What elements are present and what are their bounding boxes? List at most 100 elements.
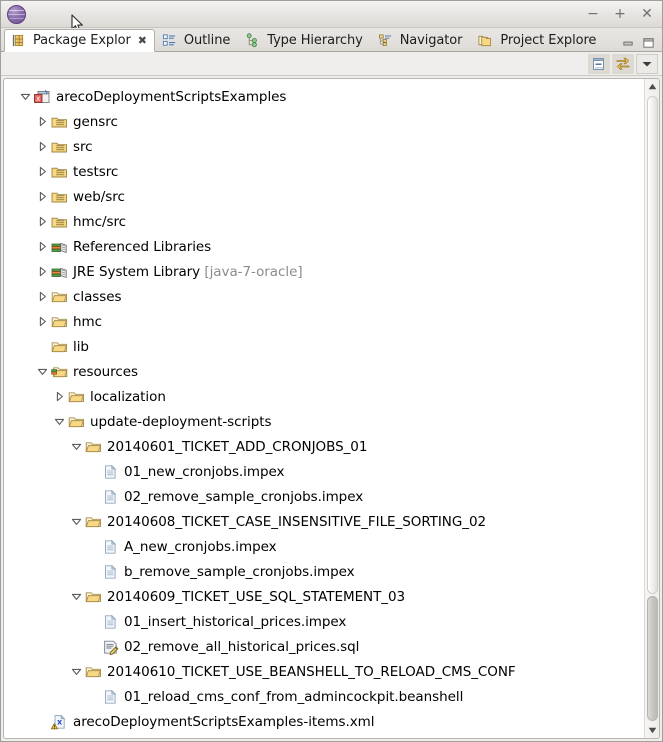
collapse-all-button[interactable] (588, 53, 610, 74)
scrollbar-thumb[interactable] (647, 96, 658, 594)
tree-row[interactable]: localization (4, 384, 644, 409)
tree-row-label: gensrc (73, 113, 118, 130)
expand-arrow-collapsed-icon[interactable] (35, 290, 49, 304)
tree-row[interactable]: 02_remove_sample_cronjobs.impex (4, 484, 644, 509)
tree-row[interactable]: testsrc (4, 159, 644, 184)
maximize-view-icon[interactable] (642, 37, 655, 49)
library-icon (51, 239, 68, 255)
folder-icon (85, 664, 102, 680)
tree-row-label: 02_remove_all_historical_prices.sql (124, 638, 360, 655)
scroll-down-arrow-icon[interactable] (645, 723, 659, 738)
tree-row-label: hmc/src (73, 213, 127, 230)
expand-arrow-collapsed-icon[interactable] (35, 115, 49, 129)
type-hierarchy-icon (247, 32, 258, 47)
expand-arrow-collapsed-icon[interactable] (35, 315, 49, 329)
tree-row-label: 20140610_TICKET_USE_BEANSHELL_TO_RELOAD_… (107, 663, 516, 680)
tab-package-explorer[interactable]: Package Explor ✖ (4, 29, 155, 52)
tree-row[interactable]: 20140609_TICKET_USE_SQL_STATEMENT_03 (4, 584, 644, 609)
tree-row[interactable]: b_remove_sample_cronjobs.impex (4, 559, 644, 584)
expand-arrow-collapsed-icon[interactable] (35, 140, 49, 154)
tree-row[interactable]: 20140608_TICKET_CASE_INSENSITIVE_FILE_SO… (4, 509, 644, 534)
scroll-up-arrow-icon[interactable] (645, 79, 659, 94)
tree-row[interactable]: 02_remove_all_historical_prices.sql (4, 634, 644, 659)
source-folder-icon (51, 139, 68, 155)
expand-arrow-collapsed-icon[interactable] (35, 190, 49, 204)
source-folder-icon (51, 189, 68, 205)
tree-row[interactable]: 20140601_TICKET_ADD_CRONJOBS_01 (4, 434, 644, 459)
tree-row[interactable]: JRE System Library [java-7-oracle] (4, 259, 644, 284)
tab-project-explorer[interactable]: Project Explore (470, 28, 604, 51)
tree-row[interactable]: x arecoDeploymentScriptsExamples (4, 84, 644, 109)
tree-row-label: hmc (73, 313, 102, 330)
minimize-button[interactable]: − (586, 7, 600, 21)
collapse-all-icon (593, 57, 604, 70)
file-icon (102, 564, 119, 580)
tree-row-label: 20140609_TICKET_USE_SQL_STATEMENT_03 (107, 588, 406, 605)
xml-file-warning-icon: x (50, 713, 68, 730)
tab-outline[interactable]: Outline (155, 28, 238, 51)
tree-row-label: 01_new_cronjobs.impex (124, 463, 285, 480)
tree-row[interactable]: 01_reload_cms_conf_from_admincockpit.bea… (4, 684, 644, 709)
tree-row[interactable]: src (4, 134, 644, 159)
source-folder-icon (51, 214, 68, 230)
tab-close-icon[interactable]: ✖ (138, 35, 147, 46)
tree-row[interactable]: update-deployment-scripts (4, 409, 644, 434)
scrollbar-track-lower[interactable] (647, 596, 658, 721)
tab-type-hierarchy[interactable]: Type Hierarchy (238, 28, 370, 51)
tree-row[interactable]: 01_insert_historical_prices.impex (4, 609, 644, 634)
tree-row-label: JRE System Library [java-7-oracle] (73, 263, 303, 280)
source-folder-icon (51, 114, 68, 130)
file-icon (102, 489, 119, 505)
tree-row[interactable]: 20140610_TICKET_USE_BEANSHELL_TO_RELOAD_… (4, 659, 644, 684)
tab-navigator[interactable]: Navigator (371, 28, 471, 51)
folder-icon (85, 589, 102, 605)
tree-row[interactable]: hmc/src (4, 209, 644, 234)
tree-row[interactable]: gensrc (4, 109, 644, 134)
expand-arrow-expanded-icon[interactable] (69, 440, 83, 454)
project-tree[interactable]: x arecoDeploymentScriptsExamples gensrc src… (4, 79, 644, 738)
tree-row[interactable]: classes (4, 284, 644, 309)
expand-arrow-collapsed-icon[interactable] (52, 390, 66, 404)
tree-row[interactable]: web/src (4, 184, 644, 209)
package-explorer-panel: x arecoDeploymentScriptsExamples gensrc src… (3, 78, 660, 739)
tree-row[interactable]: hmc (4, 309, 644, 334)
tree-row-label: 20140601_TICKET_ADD_CRONJOBS_01 (107, 438, 368, 455)
link-with-editor-button[interactable] (612, 53, 634, 74)
tree-row-label: testsrc (73, 163, 119, 180)
expand-arrow-expanded-icon[interactable] (35, 365, 49, 379)
expand-arrow-collapsed-icon[interactable] (35, 265, 49, 279)
tree-row[interactable]: resources (4, 359, 644, 384)
tree-row-label: localization (90, 388, 166, 405)
expand-arrow-expanded-icon[interactable] (52, 415, 66, 429)
source-folder-icon (51, 164, 68, 180)
expand-arrow-expanded-icon[interactable] (69, 665, 83, 679)
expand-arrow-expanded-icon[interactable] (18, 90, 32, 104)
view-menu-button[interactable] (636, 53, 658, 74)
folder-icon (68, 414, 85, 430)
view-tab-tools (622, 37, 662, 51)
tree-row[interactable]: 01_new_cronjobs.impex (4, 459, 644, 484)
tree-row[interactable]: Referenced Libraries (4, 234, 644, 259)
tree-row-label: resources (73, 363, 138, 380)
library-icon (51, 264, 68, 280)
file-icon (102, 689, 119, 705)
expand-arrow-expanded-icon[interactable] (69, 590, 83, 604)
file-icon (102, 539, 119, 555)
file-icon (102, 614, 119, 630)
tree-row[interactable]: A_new_cronjobs.impex (4, 534, 644, 559)
view-toolbar (1, 52, 662, 76)
minimize-view-icon[interactable] (622, 37, 635, 49)
maximize-button[interactable]: + (613, 7, 627, 21)
vertical-scrollbar[interactable] (644, 79, 659, 738)
tree-row[interactable]: lib (4, 334, 644, 359)
expand-arrow-collapsed-icon[interactable] (35, 240, 49, 254)
expand-arrow-collapsed-icon[interactable] (35, 215, 49, 229)
expand-arrow-expanded-icon[interactable] (69, 515, 83, 529)
close-button[interactable]: ✕ (640, 7, 654, 21)
file-icon (102, 464, 119, 480)
expand-arrow-collapsed-icon[interactable] (35, 165, 49, 179)
chevron-down-icon (642, 61, 652, 66)
tree-row[interactable]: x arecoDeploymentScriptsExamples-items.xm… (4, 709, 644, 734)
